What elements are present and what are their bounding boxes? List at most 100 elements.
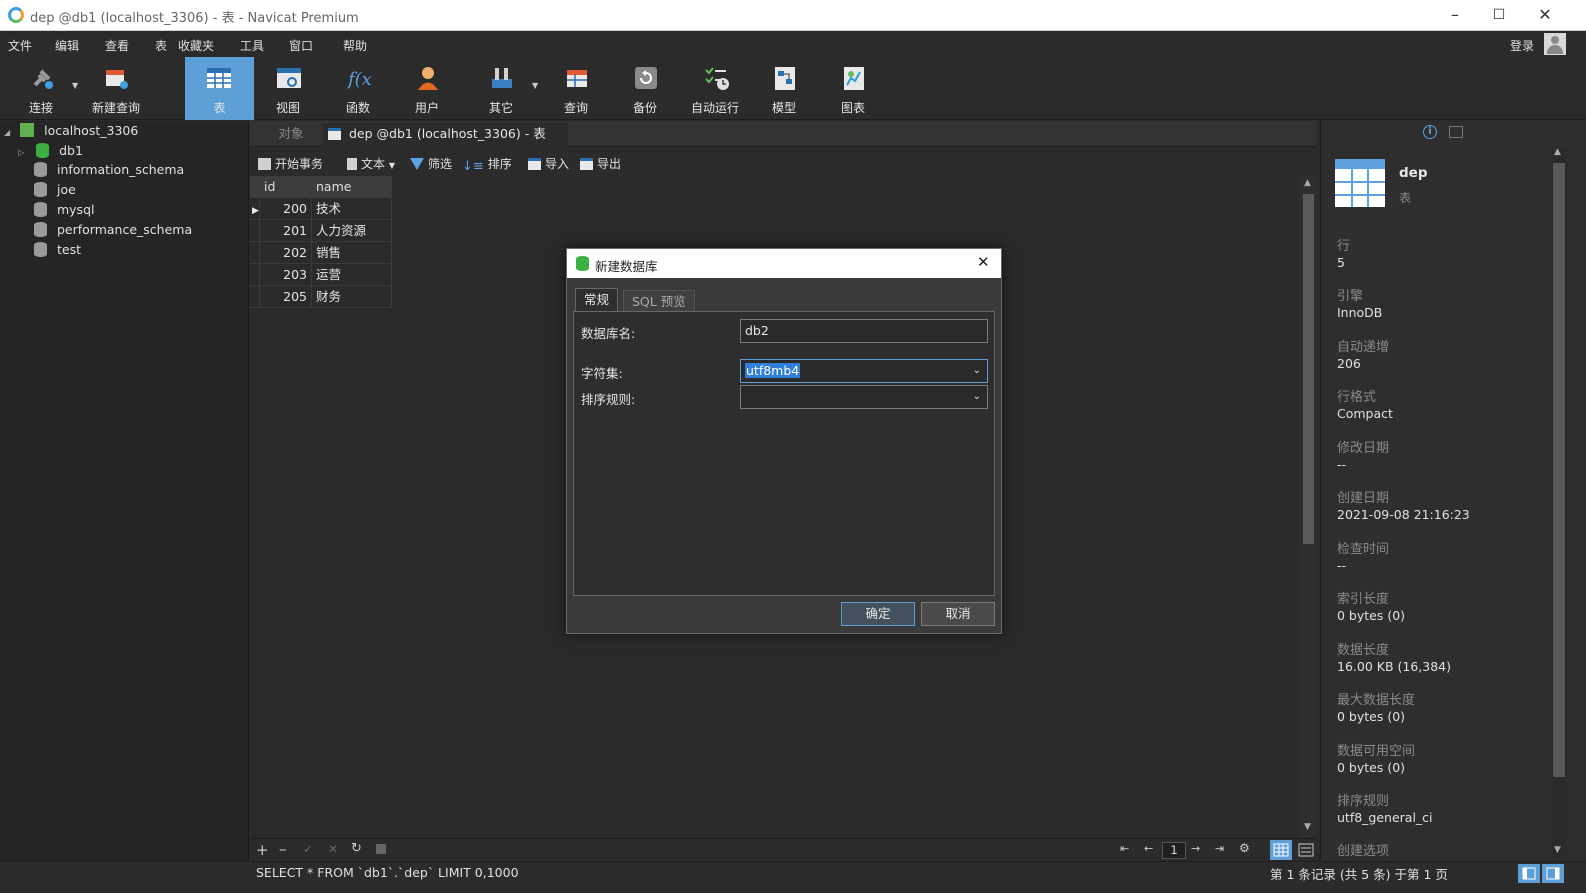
export-button[interactable]: 导出 (580, 155, 621, 172)
sort-button[interactable]: ↓≡ 排序 (462, 155, 512, 174)
menu-bar: 文件 编辑 查看 表 收藏夹 工具 窗口 帮助 登录 (0, 31, 1586, 57)
row-selector[interactable] (250, 264, 260, 286)
toolbar-new-query-button[interactable]: 新建查询 (82, 57, 150, 120)
charset-select[interactable]: utf8mb4 ⌄ (740, 359, 988, 383)
main-toolbar: 连接 ▼ 新建查询 表 视图 f(x) 函数 用户 其它 ▼ 查询 备份 自动运… (0, 57, 1586, 120)
row-selector[interactable] (250, 242, 260, 264)
last-page-button[interactable]: ⇥ (1215, 842, 1224, 855)
form-view-icon (1298, 843, 1314, 857)
menu-help[interactable]: 帮助 (343, 37, 367, 54)
tree-db-db1[interactable]: ▷ db1 (18, 141, 83, 161)
table-cell[interactable]: 205 (260, 286, 312, 308)
tree-db-test[interactable]: test (34, 240, 81, 260)
table-cell[interactable]: 人力资源 (312, 220, 392, 242)
table-cell[interactable]: 203 (260, 264, 312, 286)
table-cell[interactable]: 销售 (312, 242, 392, 264)
page-number-input[interactable]: 1 (1162, 842, 1186, 859)
toolbar-autorun-button[interactable]: 自动运行 (683, 57, 747, 120)
table-cell[interactable]: 201 (260, 220, 312, 242)
toolbar-view-button[interactable]: 视图 (255, 57, 321, 120)
row-selector[interactable] (250, 286, 260, 308)
add-record-button[interactable]: + (256, 841, 269, 859)
filter-button[interactable]: 筛选 (410, 155, 452, 172)
tree-db-information-schema[interactable]: information_schema (34, 160, 184, 180)
first-page-button[interactable]: ⇤ (1120, 842, 1129, 855)
toolbar-function-button[interactable]: f(x) 函数 (325, 57, 391, 120)
next-page-button[interactable]: → (1191, 842, 1200, 855)
column-header-name[interactable]: name (312, 176, 392, 198)
begin-transaction-button[interactable]: 开始事务 (258, 155, 323, 172)
toolbar-table-button[interactable]: 表 (185, 57, 254, 120)
other-dropdown-icon[interactable]: ▼ (532, 81, 538, 90)
scroll-down-icon[interactable]: ▼ (1304, 822, 1311, 832)
table-cell[interactable]: 财务 (312, 286, 392, 308)
info-scrollbar[interactable]: ▲ ▼ (1551, 147, 1567, 859)
tree-db-performance-schema[interactable]: performance_schema (34, 220, 192, 240)
info-icon[interactable]: i (1423, 125, 1437, 139)
toolbar-query-button[interactable]: 查询 (543, 57, 609, 120)
ddl-icon[interactable] (1449, 126, 1463, 138)
apply-button[interactable]: ✓ (303, 842, 313, 856)
discard-button[interactable]: ✕ (328, 842, 338, 856)
table-cell[interactable]: 200 (260, 198, 312, 220)
column-header-id[interactable]: id (260, 176, 312, 198)
refresh-icon[interactable]: ↻ (351, 841, 362, 856)
toolbar-user-button[interactable]: 用户 (394, 57, 460, 120)
prev-page-button[interactable]: ← (1144, 842, 1153, 855)
import-button[interactable]: 导入 (528, 155, 569, 172)
row-selector[interactable]: ▶ (250, 198, 260, 220)
table-cell[interactable]: 运营 (312, 264, 392, 286)
menu-edit[interactable]: 编辑 (55, 37, 79, 54)
scrollbar-thumb[interactable] (1303, 194, 1314, 544)
connect-dropdown-icon[interactable]: ▼ (72, 81, 78, 90)
tab-strip: 对象 dep @db1 (localhost_3306) - 表 (250, 121, 1317, 147)
info-label: 创建日期 (1337, 491, 1390, 506)
table-cell[interactable]: 技术 (312, 198, 392, 220)
menu-file[interactable]: 文件 (8, 37, 32, 54)
toolbar-backup-button[interactable]: 备份 (612, 57, 678, 120)
collation-select[interactable]: ⌄ (740, 385, 988, 409)
tab-general[interactable]: 常规 (575, 288, 619, 311)
scrollbar-thumb[interactable] (1553, 163, 1565, 777)
tab-sql-preview[interactable]: SQL 预览 (623, 290, 695, 311)
layout-right-panel-button[interactable] (1542, 864, 1564, 883)
scroll-down-icon[interactable]: ▼ (1554, 845, 1561, 855)
dialog-close-button[interactable]: ✕ (977, 253, 990, 271)
grid-vertical-scrollbar[interactable]: ▲ ▼ (1300, 176, 1317, 838)
tab-dep-table[interactable]: dep @db1 (localhost_3306) - 表 (322, 123, 568, 147)
table-cell[interactable]: 202 (260, 242, 312, 264)
delete-record-button[interactable]: – (279, 840, 287, 858)
tree-connection-localhost[interactable]: ◢ localhost_3306 (4, 121, 138, 141)
menu-view[interactable]: 查看 (105, 37, 129, 54)
menu-window[interactable]: 窗口 (289, 37, 313, 54)
menu-tools[interactable]: 工具 (240, 37, 264, 54)
toolbar-other-button[interactable]: 其它 (468, 57, 534, 120)
layout-left-panel-button[interactable] (1518, 864, 1540, 883)
toolbar-chart-button[interactable]: 图表 (820, 57, 886, 120)
tree-db-mysql[interactable]: mysql (34, 200, 94, 220)
scroll-up-icon[interactable]: ▲ (1554, 147, 1561, 157)
menu-favorites[interactable]: 收藏夹 (178, 37, 214, 54)
db-name-input[interactable]: db2 (740, 319, 988, 343)
scroll-up-icon[interactable]: ▲ (1304, 178, 1311, 188)
row-selector[interactable] (250, 220, 260, 242)
toolbar-model-button[interactable]: 模型 (751, 57, 817, 120)
avatar-icon[interactable] (1544, 33, 1566, 55)
settings-gear-icon[interactable]: ⚙ (1239, 841, 1250, 855)
minimize-button[interactable]: – (1440, 4, 1470, 26)
tab-objects[interactable]: 对象 (258, 123, 324, 147)
cancel-button[interactable]: 取消 (921, 602, 995, 626)
tree-db-joe[interactable]: joe (34, 180, 76, 200)
toolbar-connect-button[interactable]: 连接 (8, 57, 74, 120)
stop-icon[interactable] (376, 844, 386, 854)
close-button[interactable]: ✕ (1530, 4, 1560, 26)
ok-button[interactable]: 确定 (841, 602, 915, 626)
collapse-arrow-icon[interactable]: ◢ (4, 128, 10, 137)
expand-arrow-icon[interactable]: ▷ (18, 148, 24, 157)
text-button[interactable]: 文本 ▼ (347, 155, 395, 172)
maximize-button[interactable]: ☐ (1484, 4, 1514, 26)
menu-table[interactable]: 表 (155, 37, 167, 54)
form-view-button[interactable] (1295, 840, 1317, 860)
grid-view-button[interactable] (1270, 840, 1292, 860)
login-link[interactable]: 登录 (1510, 37, 1534, 54)
